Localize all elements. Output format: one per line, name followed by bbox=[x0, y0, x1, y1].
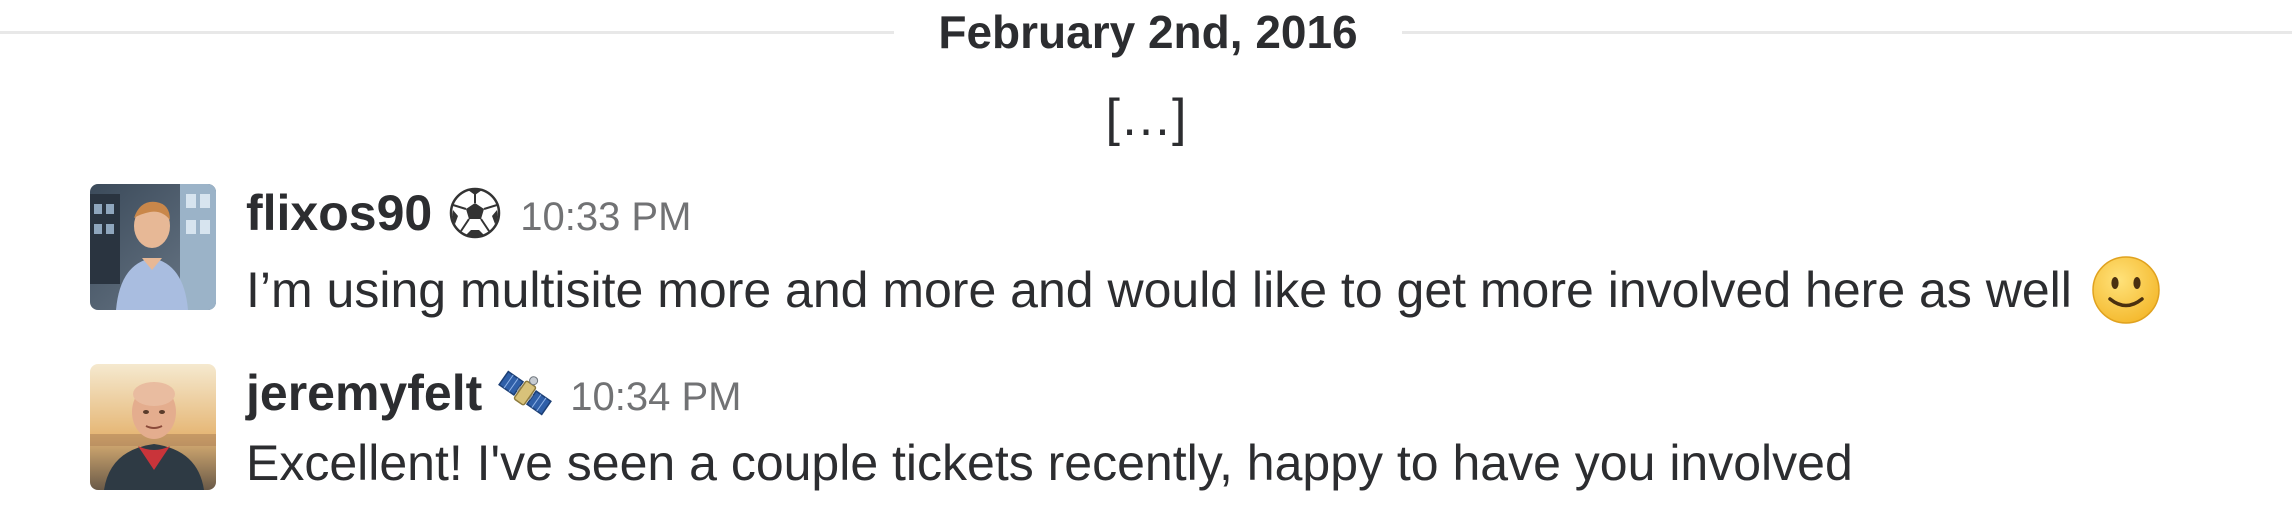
divider-line-left bbox=[0, 31, 894, 34]
divider-line-right bbox=[1402, 31, 2292, 34]
message-text: Excellent! I've seen a couple tickets re… bbox=[246, 435, 1853, 491]
message-body: I’m using multisite more and more and wo… bbox=[246, 254, 2162, 326]
slightly-smiling-face-icon bbox=[2090, 254, 2162, 326]
message-item[interactable]: flixos90 10:33 PM I’m using multisite mo… bbox=[0, 180, 2292, 330]
satellite-icon bbox=[498, 366, 553, 420]
message-header: jeremyfelt 10:34 PM bbox=[246, 360, 741, 426]
username[interactable]: flixos90 bbox=[246, 183, 432, 243]
username[interactable]: jeremyfelt bbox=[246, 363, 482, 423]
avatar-image bbox=[90, 364, 216, 490]
timestamp[interactable]: 10:34 PM bbox=[570, 367, 741, 427]
avatar[interactable] bbox=[90, 364, 216, 490]
timestamp[interactable]: 10:33 PM bbox=[520, 187, 691, 247]
message-item[interactable]: jeremyfelt 10:34 PM Excellent! I've seen… bbox=[0, 360, 2292, 491]
message-text: I’m using multisite more and more and wo… bbox=[246, 262, 2072, 318]
avatar[interactable] bbox=[90, 184, 216, 310]
message-body: Excellent! I've seen a couple tickets re… bbox=[246, 430, 1853, 496]
avatar-image bbox=[90, 184, 216, 310]
soccer-ball-icon bbox=[448, 186, 502, 240]
omitted-messages-marker: […] bbox=[1105, 89, 1187, 147]
day-divider-label[interactable]: February 2nd, 2016 bbox=[894, 4, 1402, 60]
message-header: flixos90 10:33 PM bbox=[246, 180, 691, 246]
day-divider: February 2nd, 2016 bbox=[0, 0, 2292, 64]
